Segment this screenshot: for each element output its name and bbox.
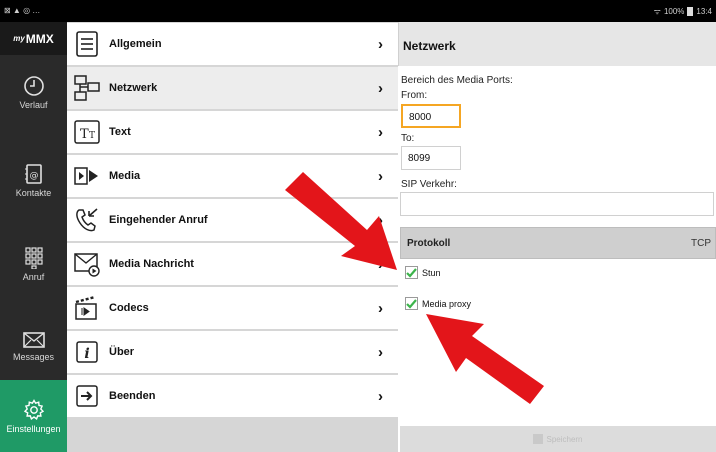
stun-checkbox[interactable]	[405, 266, 418, 279]
text-icon: TT	[67, 111, 107, 153]
svg-text:T: T	[80, 127, 89, 142]
status-left-icons: ⊠ ▲ ◎ …	[4, 6, 40, 15]
stun-option[interactable]: Stun	[405, 266, 441, 279]
checkmark-icon	[406, 268, 417, 278]
annotation-arrow-up-left	[426, 314, 544, 404]
annotation-arrow-down-right	[285, 172, 397, 270]
nav-rail: my MMX Verlauf @ Kontakte Anruf Messages …	[0, 22, 67, 452]
media-port-label: Bereich des Media Ports:	[401, 75, 513, 86]
media-message-icon	[67, 243, 107, 285]
save-icon	[533, 434, 544, 444]
to-label: To:	[401, 133, 415, 144]
nav-label: Messages	[12, 351, 55, 362]
nav-item-kontakte[interactable]: @ Kontakte	[0, 150, 67, 210]
port-to-input[interactable]: 8099	[401, 146, 461, 170]
gear-icon	[23, 398, 44, 420]
media-icon	[67, 155, 107, 197]
settings-item-codecs[interactable]: Codecs ›	[67, 287, 398, 329]
envelope-icon	[22, 331, 45, 348]
battery-level: 100%	[663, 7, 685, 16]
save-button[interactable]: Speichern	[400, 426, 716, 452]
nav-label: Einstellungen	[6, 423, 61, 434]
status-notification-icons: ⊠ ▲ ◎ …	[4, 6, 41, 15]
sip-traffic-input[interactable]	[400, 192, 714, 216]
protocol-value: TCP	[691, 238, 711, 249]
protocol-select[interactable]: Protokoll TCP	[400, 227, 716, 259]
clock: 13:4	[696, 7, 712, 16]
signal-icon: ᯤ	[653, 7, 661, 16]
nav-label: Kontakte	[15, 187, 52, 198]
sip-label: SIP Verkehr:	[401, 179, 457, 190]
chevron-right-icon: ›	[378, 387, 383, 405]
network-icon	[67, 67, 107, 109]
settings-item-label: Codecs	[109, 302, 149, 314]
panel-header: Netzwerk	[398, 22, 716, 66]
chevron-right-icon: ›	[378, 299, 383, 317]
nav-label: Anruf	[22, 271, 45, 282]
protocol-label: Protokoll	[407, 238, 451, 249]
media-proxy-label: Media proxy	[422, 298, 472, 309]
settings-item-label: Allgemein	[109, 38, 162, 50]
nav-label: Verlauf	[19, 99, 48, 110]
panel-title: Netzwerk	[403, 39, 456, 53]
nav-item-messages[interactable]: Messages	[0, 316, 67, 376]
settings-item-netzwerk[interactable]: Netzwerk ›	[67, 67, 398, 109]
settings-item-allgemein[interactable]: Allgemein ›	[67, 23, 398, 65]
chevron-right-icon: ›	[378, 79, 383, 97]
save-label: Speichern	[546, 434, 583, 444]
stun-label: Stun	[422, 267, 441, 278]
settings-item-label: Beenden	[109, 390, 156, 402]
chevron-right-icon: ›	[378, 123, 383, 141]
battery-icon	[687, 7, 694, 16]
logo-prefix: my	[13, 34, 25, 43]
nav-item-einstellungen[interactable]: Einstellungen	[0, 380, 67, 452]
nav-item-verlauf[interactable]: Verlauf	[0, 62, 67, 122]
logo-text: MMX	[25, 31, 54, 46]
nav-item-anruf[interactable]: Anruf	[0, 234, 67, 294]
contacts-icon: @	[24, 163, 42, 184]
app-logo: my MMX	[0, 22, 67, 55]
info-icon: i	[67, 331, 107, 373]
settings-item-label: Netzwerk	[109, 82, 158, 94]
status-bar: ⊠ ▲ ◎ … ᯤ 100% 13:4	[0, 0, 716, 22]
settings-item-label: Über	[109, 346, 135, 358]
settings-item-ueber[interactable]: i Über ›	[67, 331, 398, 373]
dialpad-icon	[24, 246, 43, 269]
exit-icon	[67, 375, 107, 417]
svg-text:T: T	[89, 131, 95, 141]
chevron-right-icon: ›	[378, 343, 383, 361]
port-from-input[interactable]: 8000	[401, 104, 461, 128]
settings-item-beenden[interactable]: Beenden ›	[67, 375, 398, 417]
status-right: ᯤ 100% 13:4	[654, 6, 712, 17]
list-icon	[67, 23, 107, 65]
svg-text:i: i	[84, 346, 89, 362]
svg-text:@: @	[29, 171, 38, 181]
codecs-icon	[67, 287, 107, 329]
incoming-call-icon	[67, 199, 107, 241]
from-label: From:	[401, 90, 428, 101]
chevron-right-icon: ›	[378, 35, 383, 53]
settings-item-label: Text	[109, 126, 131, 138]
settings-item-text[interactable]: TT Text ›	[67, 111, 398, 153]
clock-icon	[23, 75, 44, 96]
